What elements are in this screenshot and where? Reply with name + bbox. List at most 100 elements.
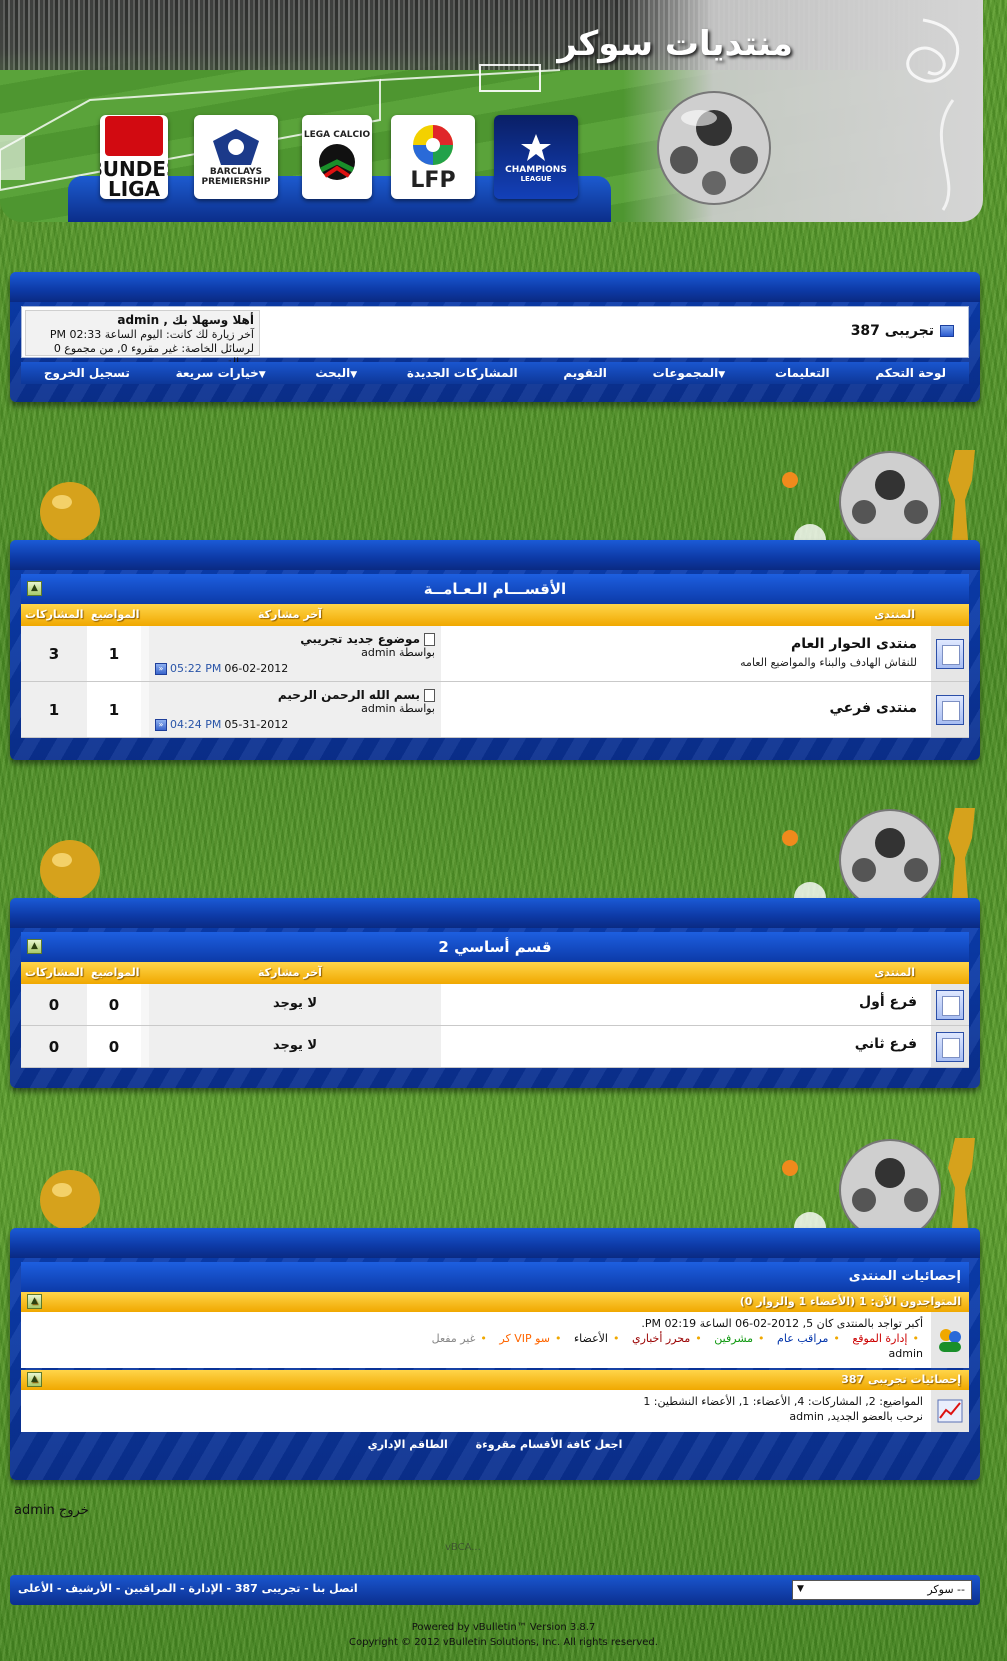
col-threads: المواضيع [91, 608, 140, 621]
lega-calcio-logo[interactable]: LEGA CALCIO [302, 115, 372, 199]
go-to-last-post-icon[interactable]: » [155, 718, 167, 731]
forum-description: للنقاش الهادف والبناء والمواضيع العامه [740, 656, 917, 669]
collapse-icon[interactable]: ▲ [27, 581, 42, 596]
forum-status-icon [936, 1031, 964, 1062]
online-record-text: أكبر تواجد بالمنتدى كان 5, 2012-02-06 ال… [641, 1317, 923, 1330]
soccer-ball-icon [657, 91, 771, 205]
last-post-time: 04:24 PM [170, 718, 222, 731]
col-threads: المواضيع [91, 966, 140, 979]
logo-text: LIGA [107, 176, 161, 199]
chevron-down-icon: ▼ [350, 370, 358, 380]
thread-icon [424, 688, 435, 702]
forum-link[interactable]: فرع أول [455, 994, 917, 1010]
collapse-icon[interactable]: ▲ [27, 1294, 42, 1309]
online-users-header[interactable]: المتواجدون الآن: 1 (الأعضاء 1 والزوار 0)… [21, 1292, 969, 1312]
collapse-icon[interactable]: ▲ [27, 1372, 42, 1387]
online-user-link[interactable]: admin [427, 1346, 923, 1361]
category-title[interactable]: قسم أساسي 2 ▲ [21, 932, 969, 962]
thread-icon [424, 632, 435, 646]
nav-calendar[interactable]: التقويم [563, 366, 607, 380]
breadcrumb[interactable]: تجريبى 387 [851, 323, 954, 339]
forum-status-icon [936, 694, 964, 725]
logout-link[interactable]: admin خروج [14, 1503, 89, 1518]
mark-forums-read-link[interactable]: اجعل كافة الأقسام مقروءة [476, 1438, 623, 1451]
barclays-premiership-logo[interactable]: BARCLAYS PREMIERSHIP [194, 115, 278, 199]
nav-faq[interactable]: التعليمات [775, 366, 830, 380]
nav-quick-links[interactable]: ▼خيارات سريعة [176, 366, 270, 380]
nav-search[interactable]: ▼البحث [315, 366, 361, 380]
champions-league-logo[interactable]: CHAMPIONS LEAGUE [494, 115, 578, 199]
thread-count: 1 [87, 626, 141, 681]
thread-count: 0 [87, 984, 141, 1025]
last-post-author[interactable]: بواسطة admin [155, 646, 435, 659]
column-header: المنتدى آخر مشاركة المواضيع المشاركات [21, 604, 969, 626]
legend-members[interactable]: الأعضاء [574, 1332, 608, 1345]
last-post-author[interactable]: بواسطة admin [155, 702, 435, 715]
welcome-box: أهلا وسهلا بك , admin آخر زيارة لك كانت:… [25, 310, 260, 369]
newest-member-text[interactable]: نرحب بالعضو الجديد, admin [643, 1409, 923, 1424]
footer-links[interactable]: اتصل بنا - تجريبى 387 - الإدارة - المراق… [18, 1582, 358, 1595]
legend-supermod[interactable]: مراقب عام [777, 1332, 828, 1345]
nav-control-panel[interactable]: لوحة التحكم [875, 366, 946, 380]
chevron-down-icon: ▼ [258, 370, 266, 380]
footer-bar: اتصل بنا - تجريبى 387 - الإدارة - المراق… [10, 1575, 980, 1605]
powered-by-text: Powered by vBulletin™ Version 3.8.7 [411, 1622, 596, 1633]
category-general: الأقســـام الـعـامــة ▲ المنتدى آخر مشار… [10, 540, 980, 760]
forum-stats-header-text: إحصائيات تجريبى 387 [841, 1373, 961, 1386]
online-users-body: أكبر تواجد بالمنتدى كان 5, 2012-02-06 ال… [21, 1312, 969, 1368]
style-chooser-select[interactable]: -- سوكر ▼ [792, 1580, 972, 1600]
last-thread-link[interactable]: موضوع جديد تجريبي [300, 632, 420, 646]
logo-text: PREMIERSHIP [201, 177, 271, 187]
go-to-last-post-icon[interactable]: » [155, 662, 167, 675]
category-title-text: الأقســـام الـعـامــة [423, 580, 567, 598]
legend-admin[interactable]: إدارة الموقع [852, 1332, 907, 1345]
lfp-logo[interactable]: LFP [391, 115, 475, 199]
logo-text: BARCLAYS [209, 167, 263, 177]
leaders-link[interactable]: الطاقم الإداري [368, 1438, 448, 1451]
nav-logout[interactable]: تسجيل الخروج [44, 366, 130, 380]
last-post-date: 06-02-2012 [224, 662, 289, 675]
stats-title: إحصائيات المنتدى [21, 1262, 969, 1292]
post-count: 0 [21, 1026, 87, 1067]
post-count: 3 [21, 626, 87, 681]
forum-link[interactable]: منتدى فرعي [455, 700, 918, 716]
post-count: 1 [21, 682, 87, 737]
forum-link[interactable]: منتدى الحوار العام [455, 636, 917, 652]
stats-chart-icon [937, 1399, 963, 1423]
forum-link[interactable]: فرع ثاني [455, 1036, 917, 1052]
copyright-text: Copyright © 2012 vBulletin Solutions, In… [349, 1637, 658, 1648]
forum-title-link[interactable]: تجريبى 387 [851, 323, 934, 339]
panel-top-strip [10, 898, 980, 928]
panel-top-strip [10, 540, 980, 570]
legend-inactive[interactable]: غير مفعل [432, 1332, 476, 1345]
legend-vip[interactable]: سو VIP كر [499, 1332, 550, 1345]
style-chooser-value: -- سوكر [927, 1583, 965, 1596]
nav-groups[interactable]: ▼المجموعات [653, 366, 730, 380]
online-users-header-text: المتواجدون الآن: 1 (الأعضاء 1 والزوار 0) [739, 1295, 961, 1308]
forum-statistics-panel: إحصائيات المنتدى المتواجدون الآن: 1 (الأ… [10, 1228, 980, 1480]
nav-new-posts[interactable]: المشاركات الجديدة [407, 366, 518, 380]
forum-stats-body: المواضيع: 2, المشاركات: 4, الأعضاء: 1, ا… [21, 1390, 969, 1432]
nav-groups-label: المجموعات [652, 366, 719, 380]
bundesliga-logo[interactable]: BUNDESLIGA [100, 115, 168, 199]
last-post-date: 05-31-2012 [224, 718, 289, 731]
category-title-text: قسم أساسي 2 [438, 938, 552, 956]
footer-small-link[interactable]: vBCA... [445, 1542, 481, 1553]
forum-stats-header[interactable]: إحصائيات تجريبى 387 ▲ [21, 1370, 969, 1390]
forum-status-icon [936, 638, 964, 669]
collapse-icon[interactable]: ▲ [27, 939, 42, 954]
site-title: منتديات سوكر [557, 24, 793, 64]
last-thread-link[interactable]: بسم الله الرحمن الرحيم [278, 688, 420, 702]
col-last-post: آخر مشاركة [258, 608, 322, 621]
users-online-icon [939, 1329, 961, 1352]
no-posts-text: لا يوجد [272, 996, 318, 1011]
stats-footer-links: اجعل كافة الأقسام مقروءة الطاقم الإداري [21, 1434, 969, 1456]
thread-count: 1 [87, 682, 141, 737]
col-forum: المنتدى [874, 966, 915, 979]
category-title[interactable]: الأقســـام الـعـامــة ▲ [21, 574, 969, 604]
col-posts: المشاركات [25, 608, 84, 621]
logo-text: LFP [410, 167, 456, 193]
legend-mods[interactable]: مشرفين [714, 1332, 753, 1345]
legend-news-editor[interactable]: محرر أخباري [632, 1332, 690, 1345]
thread-count: 0 [87, 1026, 141, 1067]
